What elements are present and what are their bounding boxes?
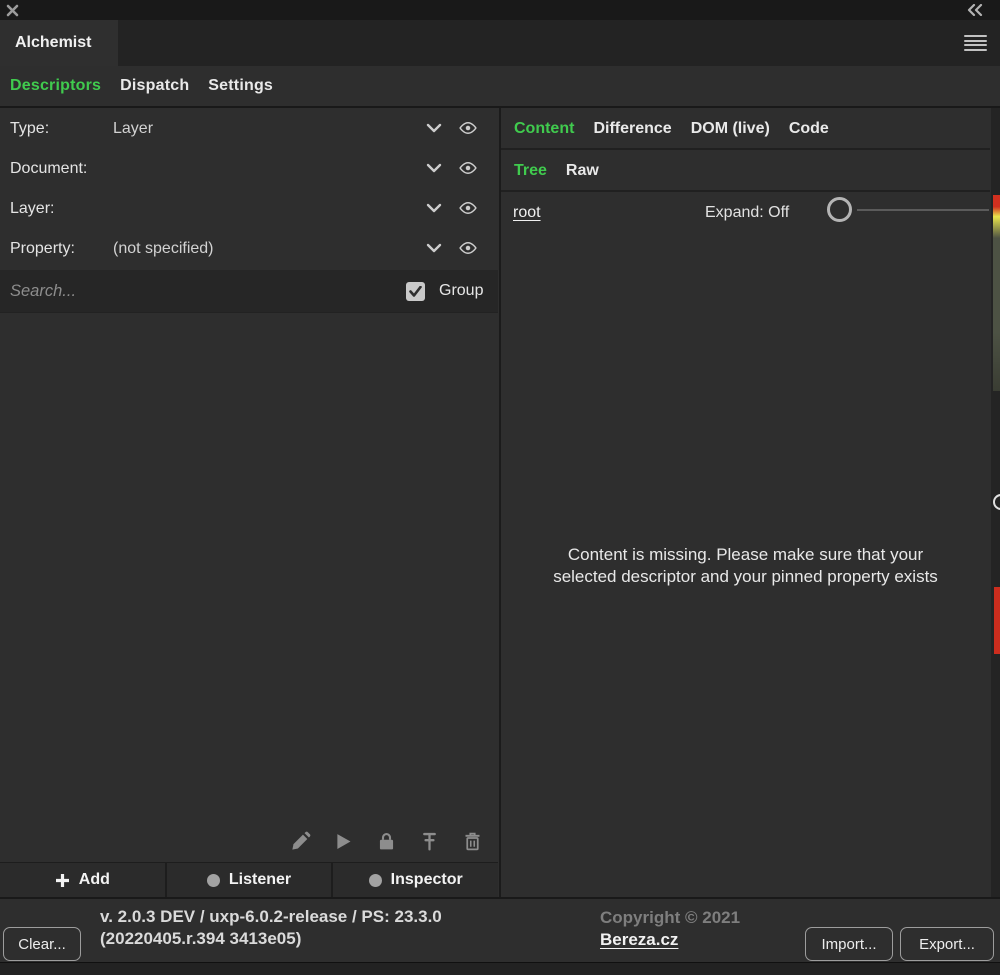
tab-dom-live[interactable]: DOM (live) (691, 120, 770, 138)
clear-button[interactable]: Clear... (3, 927, 81, 961)
tab-dispatch[interactable]: Dispatch (120, 77, 189, 95)
edge-knob-sliver (993, 494, 1000, 510)
bereza-link[interactable]: Bereza.cz (600, 930, 678, 950)
tab-content[interactable]: Content (514, 120, 574, 138)
import-button[interactable]: Import... (805, 927, 893, 961)
plus-icon (55, 873, 70, 888)
search-row: Group (0, 270, 498, 313)
bottom-edge-strip (0, 962, 1000, 975)
panel-tab-alchemist[interactable]: Alchemist (0, 20, 118, 66)
pin-icon[interactable] (419, 831, 440, 852)
listener-button[interactable]: Listener (167, 863, 332, 897)
filter-layer-label: Layer: (10, 200, 54, 218)
play-icon[interactable] (333, 831, 354, 852)
collapse-panel-icon[interactable] (966, 4, 984, 16)
add-button-label: Add (79, 871, 110, 889)
close-icon[interactable] (6, 4, 19, 17)
subtab-raw[interactable]: Raw (566, 162, 599, 180)
breadcrumb-row: root Expand: Off (501, 194, 990, 235)
content-tabs: Content Difference DOM (live) Code (501, 110, 990, 150)
alchemist-panel: Descriptors Dispatch Settings Type: Laye… (0, 66, 1000, 962)
expand-level-label: Expand: Off (705, 204, 789, 222)
add-button[interactable]: Add (0, 863, 165, 897)
record-circle-icon (207, 874, 220, 887)
empty-content-message: Content is missing. Please make sure tha… (501, 544, 990, 588)
edge-red-sliver (994, 587, 1000, 654)
edge-gradient-sliver (993, 195, 1000, 391)
version-info: v. 2.0.3 DEV / uxp-6.0.2-release / PS: 2… (100, 906, 442, 950)
filter-document-label: Document: (10, 160, 87, 178)
subtab-tree[interactable]: Tree (514, 162, 547, 180)
tab-descriptors[interactable]: Descriptors (10, 77, 101, 95)
tab-settings[interactable]: Settings (208, 77, 273, 95)
group-checkbox[interactable] (406, 282, 425, 301)
footer: Clear... v. 2.0.3 DEV / uxp-6.0.2-releas… (0, 897, 1000, 962)
copyright-text: Copyright © 2021 (600, 908, 740, 928)
chevron-down-icon[interactable] (426, 243, 442, 254)
eye-icon[interactable] (459, 161, 477, 175)
group-checkbox-label: Group (439, 282, 483, 300)
descriptor-toolbar (0, 820, 498, 862)
panel-menu-icon[interactable] (964, 35, 987, 51)
main-nav-tabs: Descriptors Dispatch Settings (0, 66, 1000, 108)
listener-button-label: Listener (229, 871, 291, 889)
filter-type-value[interactable]: Layer (113, 120, 153, 138)
eye-icon[interactable] (459, 241, 477, 255)
eye-icon[interactable] (459, 121, 477, 135)
root-breadcrumb-link[interactable]: root (513, 204, 541, 222)
filters-section: Type: Layer Document: Layer: Property: (… (0, 110, 498, 270)
filter-row-document: Document: (0, 150, 498, 190)
tab-difference[interactable]: Difference (593, 120, 671, 138)
filter-row-layer: Layer: (0, 190, 498, 230)
filter-row-type: Type: Layer (0, 110, 498, 150)
chevron-down-icon[interactable] (426, 203, 442, 214)
version-line-2: (20220405.r.394 3413e05) (100, 928, 442, 950)
lock-icon[interactable] (376, 831, 397, 852)
action-buttons-row: Add Listener Inspector (0, 862, 498, 897)
empty-content-message-line2: selected descriptor and your pinned prop… (501, 566, 990, 588)
window-top-bar (0, 0, 1000, 20)
tab-code[interactable]: Code (789, 120, 829, 138)
version-line-1: v. 2.0.3 DEV / uxp-6.0.2-release / PS: 2… (100, 906, 442, 928)
filter-property-label: Property: (10, 240, 75, 258)
expand-slider-knob[interactable] (827, 197, 852, 222)
trash-icon[interactable] (462, 831, 483, 852)
view-subtabs: Tree Raw (501, 152, 990, 192)
edit-pencil-icon[interactable] (290, 831, 311, 852)
export-button[interactable]: Export... (900, 927, 994, 961)
eye-icon[interactable] (459, 201, 477, 215)
empty-content-message-line1: Content is missing. Please make sure tha… (501, 544, 990, 566)
filter-property-value[interactable]: (not specified) (113, 240, 214, 258)
filter-type-label: Type: (10, 120, 49, 138)
record-circle-icon (369, 874, 382, 887)
expand-slider-track[interactable] (857, 209, 989, 211)
inspector-button[interactable]: Inspector (333, 863, 498, 897)
chevron-down-icon[interactable] (426, 163, 442, 174)
chevron-down-icon[interactable] (426, 123, 442, 134)
filter-row-property: Property: (not specified) (0, 230, 498, 270)
adjacent-panel-edge (991, 108, 1000, 897)
inspector-button-label: Inspector (391, 871, 463, 889)
panel-tab-strip: Alchemist (0, 20, 1000, 66)
search-input[interactable] (10, 270, 390, 312)
